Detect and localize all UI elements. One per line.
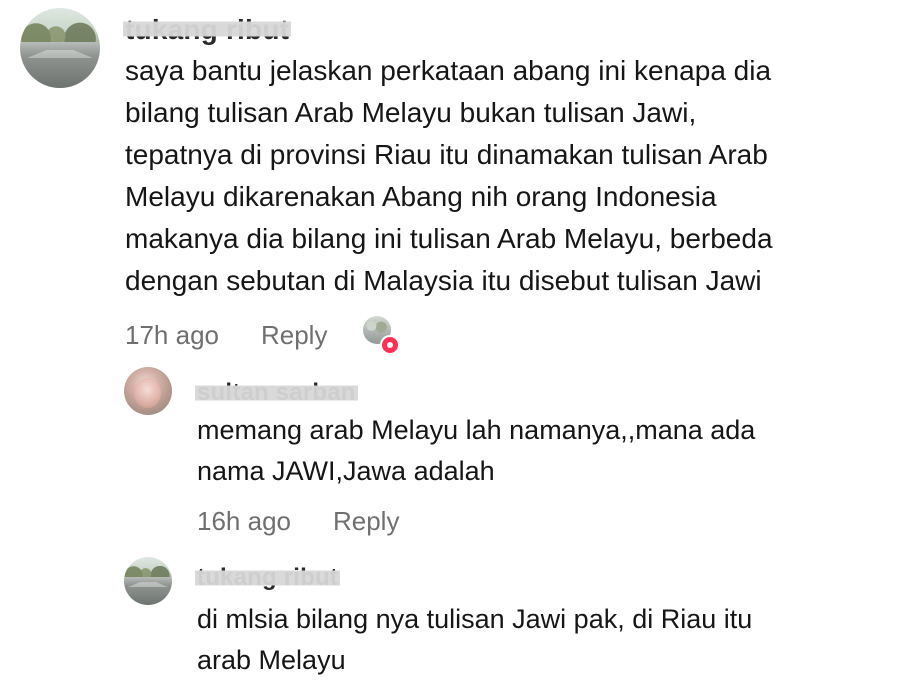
comment-item-3: tukang ribut di mlsia bilang nya tulisan… bbox=[0, 0, 900, 697]
commenter-username[interactable]: tukang ribut bbox=[197, 566, 338, 590]
commenter-avatar[interactable] bbox=[124, 557, 172, 605]
comment-text: di mlsia bilang nya tulisan Jawi pak, di… bbox=[197, 604, 753, 675]
comment-thread: tukang ribut saya bantu jelaskan perkata… bbox=[0, 0, 900, 697]
